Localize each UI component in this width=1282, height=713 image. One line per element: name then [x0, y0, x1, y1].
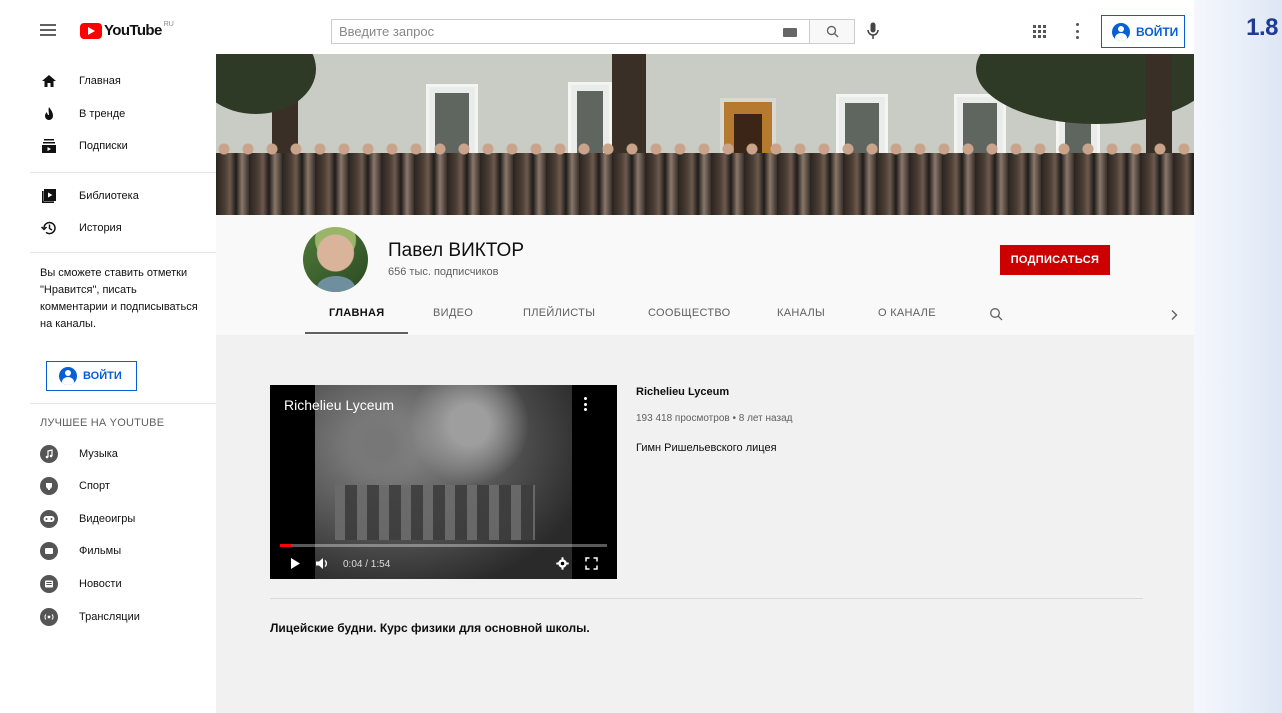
video-time: 0:04 / 1:54 [343, 559, 391, 570]
tab-playlists[interactable]: ПЛЕЙЛИСТЫ [523, 307, 595, 319]
sidebar-item-label: Спорт [79, 480, 110, 492]
video-description: Гимн Ришельевского лицея [636, 442, 777, 454]
channel-content: Richelieu Lyceum 0:04 / 1:54 Richelieu L… [216, 335, 1194, 713]
settings-gear-icon[interactable] [556, 557, 569, 570]
more-vert-icon[interactable] [584, 397, 588, 411]
history-icon [40, 221, 56, 235]
signin-button-sidebar[interactable]: ВОЙТИ [46, 361, 137, 391]
signin-label: ВОЙТИ [83, 370, 122, 382]
sidebar-item-news[interactable]: Новости [30, 568, 216, 600]
page-side-strip: 1.8 [1194, 0, 1282, 713]
library-icon [42, 189, 56, 203]
microphone-icon[interactable] [866, 22, 880, 40]
sidebar-item-label: Подписки [79, 140, 128, 152]
sidebar-item-music[interactable]: Музыка [30, 438, 216, 470]
volume-icon[interactable] [315, 557, 330, 570]
channel-avatar[interactable] [303, 227, 368, 292]
subscriber-count: 656 тыс. подписчиков [388, 266, 499, 278]
tab-channels[interactable]: КАНАЛЫ [777, 307, 825, 319]
sport-icon [40, 477, 58, 495]
trending-icon [45, 107, 53, 120]
signin-note: Вы сможете ставить отметки "Нравится", п… [40, 267, 198, 330]
gaming-icon [40, 510, 58, 528]
signin-button-top[interactable]: ВОЙТИ [1101, 15, 1185, 48]
sidebar-item-label: Музыка [79, 448, 118, 460]
progress-fill [280, 544, 292, 547]
tab-community[interactable]: СООБЩЕСТВО [648, 307, 731, 319]
more-vert-icon[interactable] [1075, 23, 1079, 39]
active-tab-indicator [305, 332, 408, 334]
play-icon[interactable] [290, 557, 301, 570]
sidebar-item-trending[interactable]: В тренде [30, 98, 216, 130]
best-section-title: ЛУЧШЕЕ НА YOUTUBE [40, 417, 165, 429]
tab-videos[interactable]: ВИДЕО [433, 307, 473, 319]
sidebar: Главная В тренде Подписки Библиотека Ист… [30, 56, 216, 713]
subscribe-button[interactable]: ПОДПИСАТЬСЯ [1000, 245, 1110, 275]
search-input[interactable] [332, 24, 752, 39]
channel-banner [216, 54, 1194, 215]
channel-name: Павел ВИКТОР [388, 240, 525, 261]
sidebar-item-label: Новости [79, 578, 122, 590]
video-title[interactable]: Richelieu Lyceum [636, 386, 729, 398]
subscriptions-icon [42, 139, 56, 153]
sidebar-item-label: В тренде [79, 108, 126, 120]
logo-text: YouTube [104, 22, 162, 39]
apps-icon[interactable] [1033, 25, 1046, 38]
home-icon [42, 75, 56, 87]
sidebar-item-subscriptions[interactable]: Подписки [30, 130, 216, 162]
keyboard-icon[interactable] [783, 28, 797, 37]
sidebar-divider [30, 172, 216, 173]
player-title[interactable]: Richelieu Lyceum [284, 397, 394, 413]
search-box [331, 19, 809, 44]
movies-icon [40, 542, 58, 560]
account-icon [1112, 22, 1130, 41]
channel-tabs: ГЛАВНАЯ ВИДЕО ПЛЕЙЛИСТЫ СООБЩЕСТВО КАНАЛ… [216, 297, 1194, 335]
signin-label: ВОЙТИ [1136, 24, 1179, 39]
fullscreen-icon[interactable] [585, 557, 598, 570]
tab-about[interactable]: О КАНАЛЕ [878, 307, 936, 319]
video-meta: 193 418 просмотров • 8 лет назад [636, 413, 793, 424]
content-divider [270, 598, 1143, 599]
sidebar-item-label: История [79, 222, 122, 234]
sidebar-divider [30, 403, 216, 404]
sidebar-item-movies[interactable]: Фильмы [30, 535, 216, 567]
sidebar-item-library[interactable]: Библиотека [30, 180, 216, 212]
sidebar-item-label: Фильмы [79, 545, 122, 557]
sidebar-item-home[interactable]: Главная [30, 65, 216, 97]
sidebar-item-label: Видеоигры [79, 513, 136, 525]
music-icon [40, 445, 58, 463]
video-player[interactable]: Richelieu Lyceum 0:04 / 1:54 [270, 385, 617, 579]
chevron-right-icon[interactable] [1169, 309, 1179, 321]
search-icon[interactable] [989, 307, 1003, 321]
live-icon [40, 608, 58, 626]
channel-header: Павел ВИКТОР 656 тыс. подписчиков ПОДПИС… [216, 215, 1194, 335]
search-icon [826, 25, 838, 38]
menu-icon[interactable] [40, 24, 56, 36]
shelf-title[interactable]: Лицейские будни. Курс физики для основно… [270, 621, 590, 635]
sidebar-item-label: Главная [79, 75, 121, 87]
sidebar-item-sport[interactable]: Спорт [30, 470, 216, 502]
progress-bar[interactable] [280, 544, 607, 547]
banner-crowd [216, 139, 1194, 215]
top-bar: YouTube RU ВОЙТИ [0, 0, 1194, 56]
youtube-logo[interactable]: YouTube RU [80, 21, 174, 39]
video-frame [315, 385, 572, 579]
news-icon [40, 575, 58, 593]
sidebar-item-label: Библиотека [79, 190, 139, 202]
sidebar-divider [30, 252, 216, 253]
sidebar-item-history[interactable]: История [30, 212, 216, 244]
sidebar-item-live[interactable]: Трансляции [30, 601, 216, 633]
search-button[interactable] [809, 19, 855, 44]
account-icon [59, 367, 77, 385]
tab-home[interactable]: ГЛАВНАЯ [329, 307, 384, 319]
logo-region: RU [163, 21, 174, 28]
figure-number: 1.8 [1246, 14, 1278, 41]
sidebar-item-label: Трансляции [79, 611, 140, 623]
youtube-play-icon [80, 22, 102, 39]
sidebar-item-gaming[interactable]: Видеоигры [30, 503, 216, 535]
